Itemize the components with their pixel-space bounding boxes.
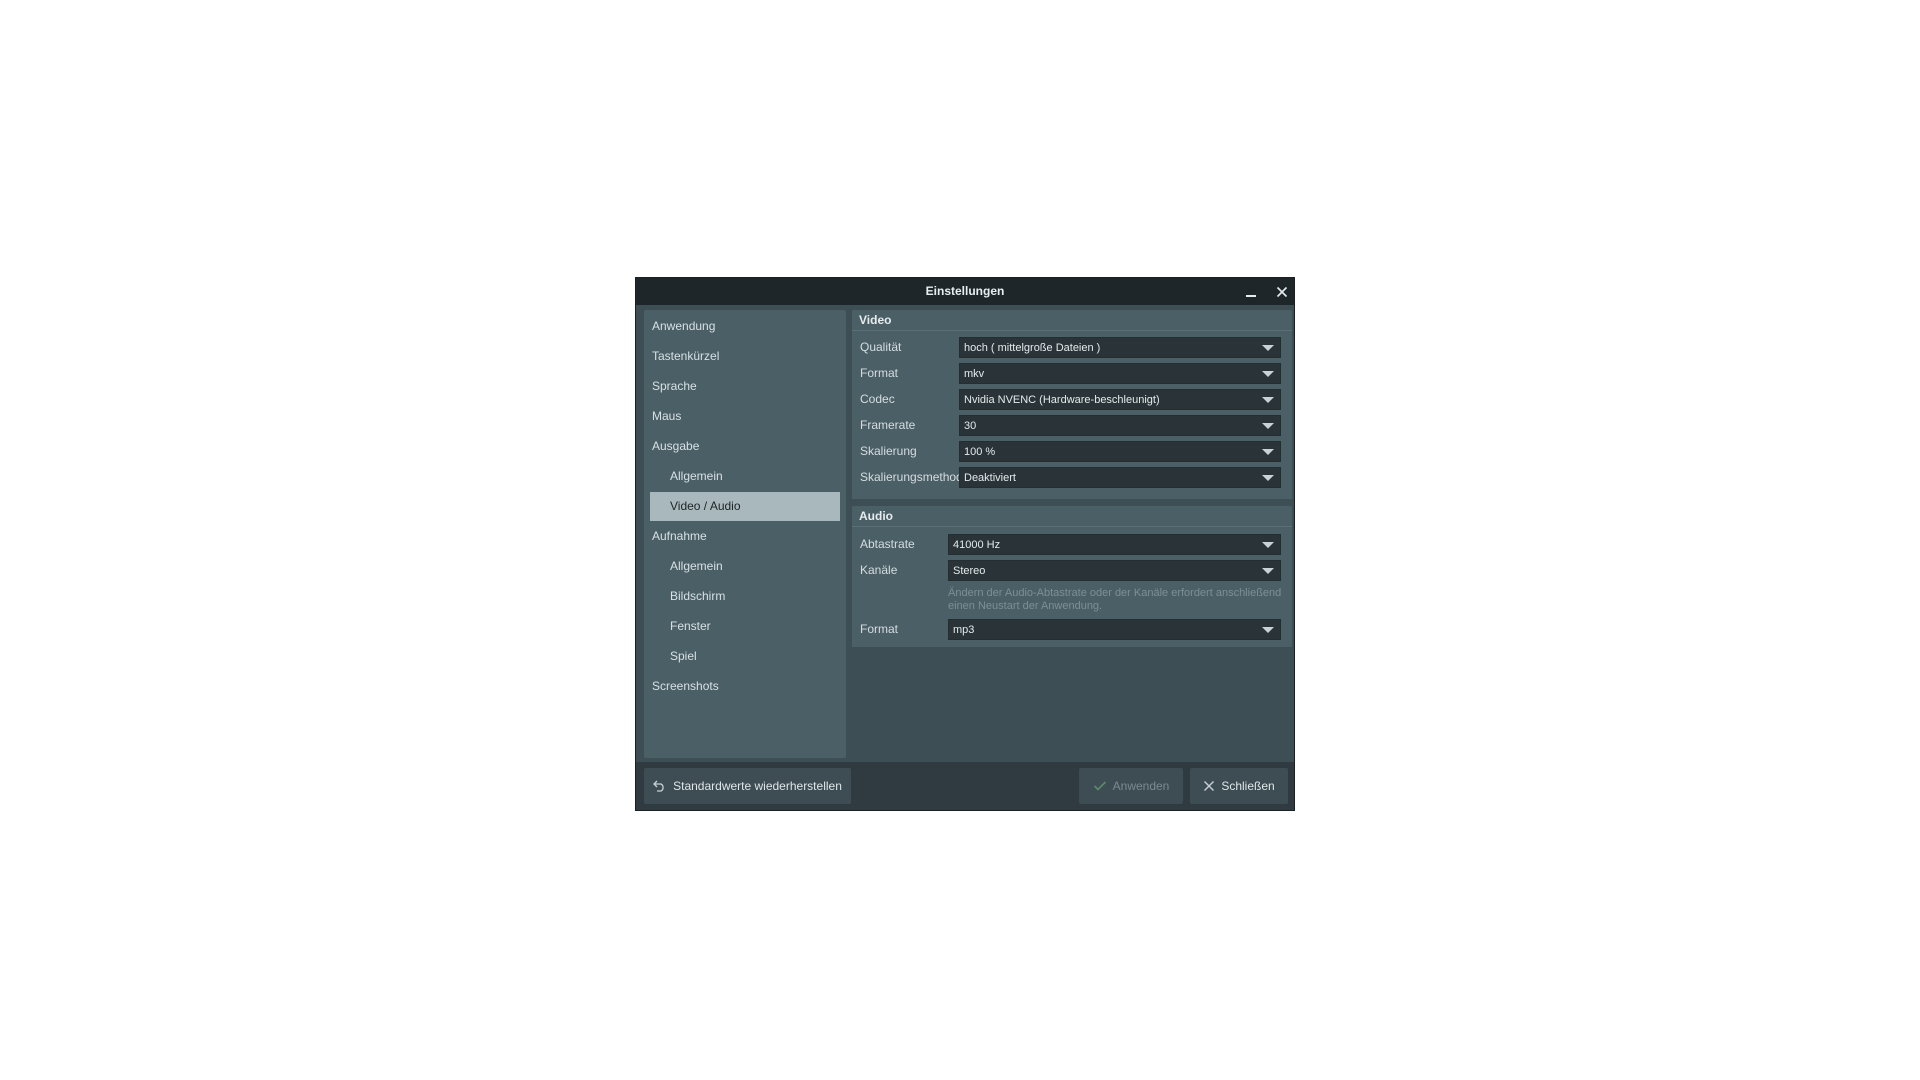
sidebar-item-ausgabe[interactable]: Ausgabe bbox=[650, 432, 840, 461]
scaling-method-label: Skalierungsmethode bbox=[860, 470, 970, 484]
settings-window: Einstellungen Anwendung Tastenkürzel Spr… bbox=[635, 277, 1295, 811]
sample-rate-select[interactable]: 41000 Hz bbox=[948, 534, 1281, 555]
chevron-down-icon bbox=[1262, 568, 1274, 574]
sidebar-item-aufnahme-allgemein[interactable]: Allgemein bbox=[650, 552, 840, 581]
chevron-down-icon bbox=[1262, 371, 1274, 377]
apply-button[interactable]: Anwenden bbox=[1079, 768, 1183, 804]
framerate-label: Framerate bbox=[860, 418, 916, 432]
sidebar-item-label: Screenshots bbox=[652, 679, 719, 693]
video-format-label: Format bbox=[860, 366, 899, 380]
video-format-value: mkv bbox=[964, 367, 985, 380]
channels-select[interactable]: Stereo bbox=[948, 560, 1281, 581]
settings-sidebar: Anwendung Tastenkürzel Sprache Maus Ausg… bbox=[644, 310, 846, 758]
scaling-method-value: Deaktiviert bbox=[964, 471, 1016, 484]
check-icon bbox=[1093, 780, 1107, 792]
apply-label: Anwenden bbox=[1112, 779, 1170, 793]
scaling-select[interactable]: 100 % bbox=[959, 441, 1281, 462]
chevron-down-icon bbox=[1262, 475, 1274, 481]
audio-restart-note: Ändern der Audio-Abtastrate oder der Kan… bbox=[948, 587, 1282, 613]
sidebar-item-label: Ausgabe bbox=[652, 439, 700, 453]
sidebar-item-label: Anwendung bbox=[652, 319, 716, 333]
channels-value: Stereo bbox=[953, 564, 986, 577]
framerate-select[interactable]: 30 bbox=[959, 415, 1281, 436]
dialog-footer: Standardwerte wiederherstellen Anwenden … bbox=[636, 762, 1294, 810]
close-icon bbox=[1203, 780, 1215, 792]
sidebar-item-bildschirm[interactable]: Bildschirm bbox=[650, 582, 840, 611]
sidebar-item-anwendung[interactable]: Anwendung bbox=[650, 312, 840, 341]
sidebar-item-spiel[interactable]: Spiel bbox=[650, 642, 840, 671]
minimize-button[interactable] bbox=[1237, 278, 1265, 305]
sidebar-item-tastenkuerzel[interactable]: Tastenkürzel bbox=[650, 342, 840, 371]
audio-restart-note-line1: Ändern der Audio-Abtastrate oder der Kan… bbox=[948, 587, 1282, 599]
chevron-down-icon bbox=[1262, 345, 1274, 351]
window-title: Einstellungen bbox=[925, 284, 1005, 298]
sample-rate-label: Abtastrate bbox=[860, 537, 915, 551]
sidebar-item-label: Aufnahme bbox=[652, 529, 707, 543]
sidebar-item-ausgabe-allgemein[interactable]: Allgemein bbox=[650, 462, 840, 491]
audio-group: Audio Abtastrate 41000 Hz Kanäle Stereo … bbox=[852, 506, 1292, 647]
sidebar-item-label: Bildschirm bbox=[670, 589, 726, 603]
close-label: Schließen bbox=[1221, 779, 1275, 793]
video-group-title: Video bbox=[852, 310, 899, 330]
audio-restart-note-line2: einen Neustart der Anwendung. bbox=[948, 600, 1103, 612]
channels-label: Kanäle bbox=[860, 563, 898, 577]
video-group: Video Qualität hoch ( mittelgroße Dateie… bbox=[852, 310, 1292, 499]
sidebar-item-aufnahme[interactable]: Aufnahme bbox=[650, 522, 840, 551]
chevron-down-icon bbox=[1262, 627, 1274, 633]
scaling-label: Skalierung bbox=[860, 444, 917, 458]
quality-select[interactable]: hoch ( mittelgroße Dateien ) bbox=[959, 337, 1281, 358]
undo-icon bbox=[653, 780, 667, 792]
audio-format-select[interactable]: mp3 bbox=[948, 619, 1281, 640]
close-icon bbox=[1276, 286, 1288, 297]
codec-value: Nvidia NVENC (Hardware-beschleunigt) bbox=[964, 393, 1160, 406]
video-format-select[interactable]: mkv bbox=[959, 363, 1281, 384]
codec-label: Codec bbox=[860, 392, 895, 406]
close-button[interactable]: Schließen bbox=[1190, 768, 1288, 804]
sidebar-item-label: Allgemein bbox=[670, 559, 723, 573]
chevron-down-icon bbox=[1262, 423, 1274, 429]
chevron-down-icon bbox=[1262, 449, 1274, 455]
sidebar-item-label: Fenster bbox=[670, 619, 711, 633]
minimize-icon bbox=[1246, 294, 1256, 297]
sidebar-item-video-audio[interactable]: Video / Audio bbox=[650, 492, 840, 521]
quality-value: hoch ( mittelgroße Dateien ) bbox=[964, 341, 1101, 354]
sidebar-item-label: Tastenkürzel bbox=[652, 349, 720, 363]
sidebar-item-label: Maus bbox=[652, 409, 682, 423]
sidebar-item-label: Spiel bbox=[670, 649, 697, 663]
audio-group-body: Abtastrate 41000 Hz Kanäle Stereo Ändern… bbox=[852, 526, 1292, 647]
restore-defaults-button[interactable]: Standardwerte wiederherstellen bbox=[644, 768, 851, 804]
title-bar[interactable]: Einstellungen bbox=[636, 278, 1294, 305]
close-window-button[interactable] bbox=[1268, 278, 1296, 305]
sidebar-item-label: Allgemein bbox=[670, 469, 723, 483]
sample-rate-value: 41000 Hz bbox=[953, 538, 1001, 551]
audio-format-label: Format bbox=[860, 622, 899, 636]
chevron-down-icon bbox=[1262, 397, 1274, 403]
scaling-method-select[interactable]: Deaktiviert bbox=[959, 467, 1281, 488]
sidebar-item-fenster[interactable]: Fenster bbox=[650, 612, 840, 641]
codec-select[interactable]: Nvidia NVENC (Hardware-beschleunigt) bbox=[959, 389, 1281, 410]
video-group-body: Qualität hoch ( mittelgroße Dateien ) Fo… bbox=[852, 330, 1292, 499]
quality-label: Qualität bbox=[860, 340, 902, 354]
chevron-down-icon bbox=[1262, 542, 1274, 548]
sidebar-item-label: Video / Audio bbox=[670, 499, 741, 513]
sidebar-item-maus[interactable]: Maus bbox=[650, 402, 840, 431]
framerate-value: 30 bbox=[964, 419, 977, 432]
sidebar-item-label: Sprache bbox=[652, 379, 697, 393]
audio-group-title: Audio bbox=[852, 506, 900, 526]
sidebar-item-screenshots[interactable]: Screenshots bbox=[650, 672, 840, 701]
scaling-value: 100 % bbox=[964, 445, 996, 458]
restore-defaults-label: Standardwerte wiederherstellen bbox=[673, 779, 842, 793]
audio-format-value: mp3 bbox=[953, 623, 975, 636]
sidebar-item-sprache[interactable]: Sprache bbox=[650, 372, 840, 401]
